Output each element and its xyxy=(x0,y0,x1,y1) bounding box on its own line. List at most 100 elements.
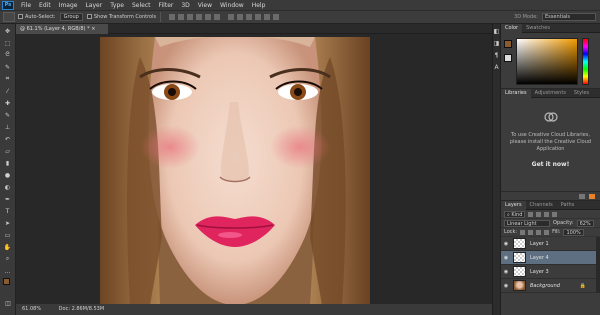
quick-select-tool-icon[interactable]: ✎ xyxy=(2,62,14,72)
quick-mask-icon[interactable]: ◫ xyxy=(2,298,14,308)
brush-tool-icon[interactable]: ✎ xyxy=(2,110,14,120)
distribute-top-icon[interactable] xyxy=(228,14,235,20)
lock-all-icon[interactable] xyxy=(544,229,550,235)
portrait-photo[interactable] xyxy=(100,37,370,305)
tab-libraries[interactable]: Libraries xyxy=(501,88,531,98)
blend-mode-dropdown[interactable]: Linear Light xyxy=(504,219,550,227)
zoom-tool-icon[interactable]: ⌕ xyxy=(2,254,14,264)
menu-3d[interactable]: 3D xyxy=(177,2,193,9)
type-tool-icon[interactable]: T xyxy=(2,206,14,216)
tab-paths[interactable]: Paths xyxy=(557,201,579,210)
layer-row[interactable]: ◉ Layer 3 xyxy=(501,265,600,279)
tab-color[interactable]: Color xyxy=(501,23,523,33)
distribute-left-icon[interactable] xyxy=(255,14,262,20)
layer-row[interactable]: ◉ Layer 1 xyxy=(501,237,600,251)
history-brush-tool-icon[interactable]: ↶ xyxy=(2,134,14,144)
menu-select[interactable]: Select xyxy=(128,2,155,9)
menu-image[interactable]: Image xyxy=(55,2,82,9)
menu-filter[interactable]: Filter xyxy=(155,2,178,9)
layer-row[interactable]: ◉ Background 🔒 xyxy=(501,279,600,293)
eraser-tool-icon[interactable]: ▱ xyxy=(2,146,14,156)
align-bottom-icon[interactable] xyxy=(187,14,194,20)
canvas-area[interactable] xyxy=(16,34,492,305)
menu-help[interactable]: Help xyxy=(248,2,270,9)
cc-sync-icon[interactable] xyxy=(589,193,595,199)
layer-name: Layer 4 xyxy=(530,254,549,261)
clone-stamp-tool-icon[interactable]: ⊥ xyxy=(2,122,14,132)
layer-filter-dropdown[interactable]: ⌕ Kind xyxy=(504,210,526,218)
tab-swatches[interactable]: Swatches xyxy=(522,24,554,33)
menu-file[interactable]: File xyxy=(17,2,35,9)
character-panel-icon[interactable]: A xyxy=(494,62,500,72)
move-tool-icon[interactable]: ✥ xyxy=(2,26,14,36)
visibility-eye-icon[interactable]: ◉ xyxy=(501,269,511,275)
add-graphic-icon[interactable] xyxy=(579,193,585,199)
layer-row-selected[interactable]: ◉ Layer 4 xyxy=(501,251,600,265)
more-tools-icon[interactable]: … xyxy=(2,266,14,276)
distribute-right-icon[interactable] xyxy=(273,14,280,20)
tab-styles[interactable]: Styles xyxy=(570,89,593,98)
foreground-color-swatch[interactable] xyxy=(3,278,10,285)
align-right-icon[interactable] xyxy=(214,14,221,20)
lock-position-icon[interactable] xyxy=(536,229,542,235)
close-tab-icon[interactable]: × xyxy=(91,26,95,32)
eyedropper-tool-icon[interactable]: ⁄ xyxy=(2,86,14,96)
tab-layers[interactable]: Layers xyxy=(501,200,526,210)
document-tab[interactable]: @ 61.1% (Layer 4, RGB/8) * × xyxy=(16,24,108,34)
visibility-eye-icon[interactable]: ◉ xyxy=(501,283,511,289)
paragraph-panel-icon[interactable]: ¶ xyxy=(494,50,500,60)
status-bar: 61.08% Doc: 2.86M/8.53M xyxy=(16,304,492,315)
menu-edit[interactable]: Edit xyxy=(35,2,55,9)
filter-type-icon[interactable] xyxy=(544,211,550,217)
show-transform-checkbox[interactable] xyxy=(86,14,94,20)
color-picker-field[interactable] xyxy=(516,38,578,85)
fill-input[interactable]: 100% xyxy=(563,228,584,236)
filter-pixel-icon[interactable] xyxy=(528,211,534,217)
history-panel-icon[interactable]: ◧ xyxy=(494,26,500,36)
layers-scrollbar[interactable] xyxy=(596,237,600,293)
menu-layer[interactable]: Layer xyxy=(81,2,106,9)
filter-shape-icon[interactable] xyxy=(552,211,558,217)
background-color-chip[interactable] xyxy=(504,54,512,62)
foreground-color-chip[interactable] xyxy=(504,40,512,48)
menu-type[interactable]: Type xyxy=(106,2,128,9)
filter-adjustment-icon[interactable] xyxy=(536,211,542,217)
tab-channels[interactable]: Channels xyxy=(526,201,557,210)
blur-tool-icon[interactable]: ● xyxy=(2,170,14,180)
lasso-tool-icon[interactable]: ᘓ xyxy=(2,50,14,60)
hand-tool-icon[interactable]: ✋ xyxy=(2,242,14,252)
pen-tool-icon[interactable]: ✒ xyxy=(2,194,14,204)
dodge-tool-icon[interactable]: ◐ xyxy=(2,182,14,192)
collapsed-panel-strip: ◧ ◨ ¶ A xyxy=(492,24,500,315)
align-left-icon[interactable] xyxy=(196,14,203,20)
menu-window[interactable]: Window xyxy=(216,2,248,9)
zoom-level[interactable]: 61.08% xyxy=(22,306,41,312)
lock-image-icon[interactable] xyxy=(528,229,534,235)
align-vcenter-icon[interactable] xyxy=(178,14,185,20)
layer-name: Layer 3 xyxy=(530,268,549,275)
rectangle-tool-icon[interactable]: ▭ xyxy=(2,230,14,240)
opacity-input[interactable]: 62% xyxy=(576,219,594,227)
auto-select-dropdown[interactable]: Group xyxy=(59,13,83,21)
lock-transparent-icon[interactable] xyxy=(520,229,526,235)
move-tool-preset-icon[interactable] xyxy=(3,12,15,22)
path-select-tool-icon[interactable]: ➤ xyxy=(2,218,14,228)
properties-panel-icon[interactable]: ◨ xyxy=(494,38,500,48)
marquee-tool-icon[interactable]: ⬚ xyxy=(2,38,14,48)
auto-select-checkbox[interactable] xyxy=(18,14,25,20)
distribute-bottom-icon[interactable] xyxy=(246,14,253,20)
gradient-tool-icon[interactable]: ▮ xyxy=(2,158,14,168)
distribute-vcenter-icon[interactable] xyxy=(237,14,244,20)
align-hcenter-icon[interactable] xyxy=(205,14,212,20)
visibility-eye-icon[interactable]: ◉ xyxy=(501,255,511,261)
get-it-now-link[interactable]: Get it now! xyxy=(507,161,594,168)
distribute-hcenter-icon[interactable] xyxy=(264,14,271,20)
menu-view[interactable]: View xyxy=(194,2,216,9)
align-top-icon[interactable] xyxy=(169,14,176,20)
workspace-dropdown[interactable]: Essentials xyxy=(542,13,596,21)
tab-adjustments[interactable]: Adjustments xyxy=(531,89,570,98)
healing-brush-tool-icon[interactable]: ✚ xyxy=(2,98,14,108)
hue-slider[interactable] xyxy=(582,38,589,85)
visibility-eye-icon[interactable]: ◉ xyxy=(501,241,511,247)
crop-tool-icon[interactable]: ⌗ xyxy=(2,74,14,84)
